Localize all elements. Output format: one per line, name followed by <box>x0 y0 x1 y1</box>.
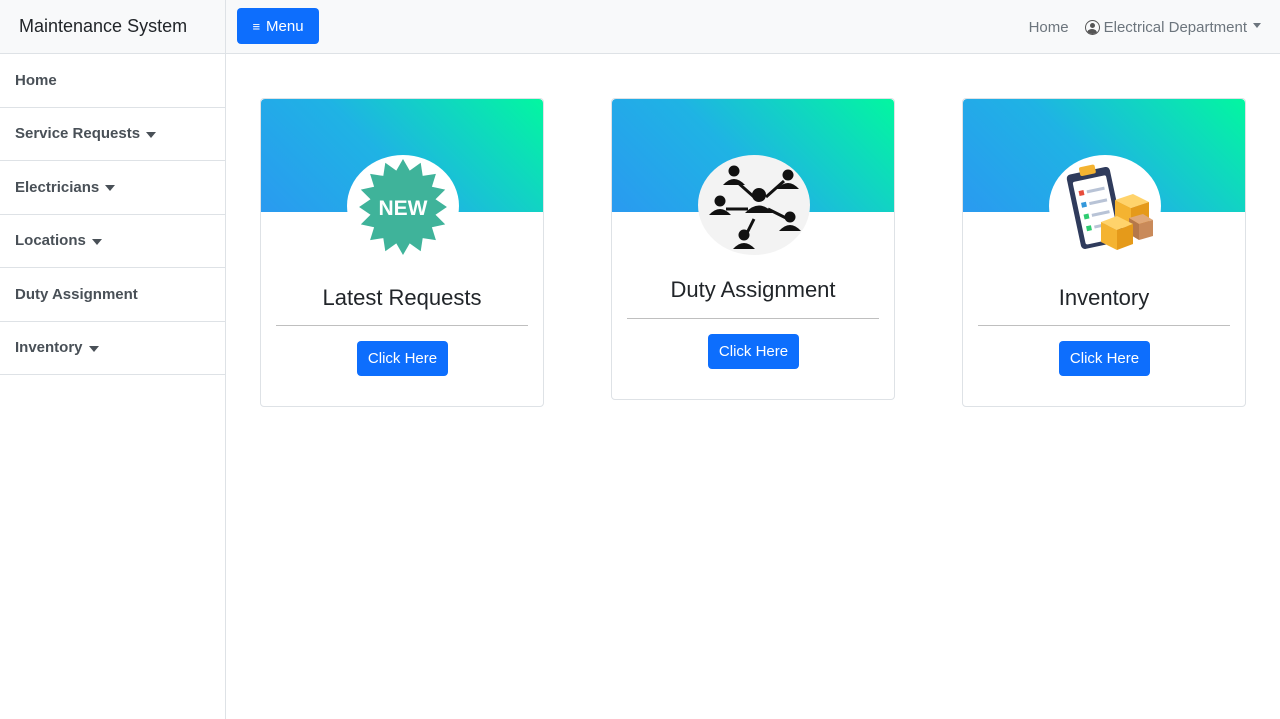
icon-circle <box>1049 155 1161 257</box>
divider <box>978 325 1230 326</box>
sidebar-item-label: Electricians <box>15 178 100 196</box>
card-title: Latest Requests <box>322 285 482 310</box>
sidebar-item-locations[interactable]: Locations <box>0 215 225 268</box>
brand-title: Maintenance System <box>0 0 225 54</box>
divider <box>627 318 879 319</box>
sidebar-item-duty-assignment[interactable]: Duty Assignment <box>0 268 225 322</box>
divider <box>276 325 528 326</box>
people-network-icon <box>709 165 801 249</box>
user-dropdown-label: Electrical Department <box>1103 18 1247 36</box>
latest-requests-button[interactable]: Click Here <box>357 341 448 376</box>
card-duty-assignment: Duty Assignment Click Here <box>611 98 895 400</box>
sidebar-item-electricians[interactable]: Electricians <box>0 161 225 215</box>
new-badge-text: NEW <box>379 197 428 220</box>
card-latest-requests: NEW Latest Requests Click Here <box>260 98 544 407</box>
caret-down-icon <box>146 131 157 138</box>
home-link[interactable]: Home <box>1029 19 1069 36</box>
clipboard-boxes-icon <box>1066 164 1153 250</box>
card-title: Duty Assignment <box>670 277 836 302</box>
icon-circle <box>698 155 810 255</box>
card-title: Inventory <box>1058 285 1150 310</box>
caret-down-icon <box>88 345 99 352</box>
sidebar-item-inventory[interactable]: Inventory <box>0 322 225 375</box>
icon-circle: NEW <box>347 155 459 257</box>
card-inventory: Inventory Click Here <box>962 98 1246 407</box>
caret-down-icon <box>1253 22 1261 28</box>
user-circle-icon <box>1084 19 1100 35</box>
sidebar-item-label: Duty Assignment <box>15 285 138 303</box>
sidebar-item-service-requests[interactable]: Service Requests <box>0 108 225 161</box>
sidebar-item-label: Locations <box>15 232 86 250</box>
menu-button[interactable]: ≡ Menu <box>237 8 319 44</box>
duty-assignment-button[interactable]: Click Here <box>708 334 799 369</box>
sidebar-item-label: Inventory <box>15 339 83 357</box>
navbar-right: Home Electrical Department <box>1029 0 1261 54</box>
new-badge-icon: NEW <box>359 159 447 255</box>
sidebar: Maintenance System Home Service Requests… <box>0 0 226 719</box>
hamburger-icon: ≡ <box>252 18 261 34</box>
user-dropdown[interactable]: Electrical Department <box>1084 18 1261 36</box>
top-navbar: ≡ Menu Home Electrical Department <box>226 0 1280 54</box>
menu-button-label: Menu <box>266 17 304 35</box>
sidebar-item-label: Service Requests <box>15 125 141 143</box>
inventory-button[interactable]: Click Here <box>1059 341 1150 376</box>
caret-down-icon <box>91 238 102 245</box>
caret-down-icon <box>105 185 116 192</box>
sidebar-item-label: Home <box>15 71 57 89</box>
sidebar-item-home[interactable]: Home <box>0 54 225 108</box>
